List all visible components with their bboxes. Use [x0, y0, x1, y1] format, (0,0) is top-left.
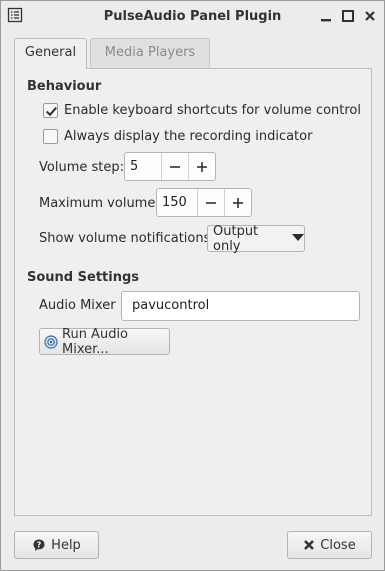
max-volume-value[interactable]: 150: [157, 189, 198, 216]
help-label: Help: [51, 537, 81, 553]
checkbox-checked[interactable]: [43, 102, 58, 118]
run-audio-mixer-label: Run Audio Mixer...: [62, 326, 129, 357]
checkbox-unchecked[interactable]: [43, 128, 58, 144]
audio-mixer-label: Audio Mixer: [39, 298, 116, 313]
notifications-label: Show volume notifications:: [39, 231, 215, 246]
close-label: Close: [320, 537, 356, 553]
close-button[interactable]: Close: [287, 531, 372, 559]
chevron-down-icon: [292, 231, 304, 246]
minus-icon[interactable]: [198, 189, 224, 216]
keyboard-shortcuts-checkbox[interactable]: Enable keyboard shortcuts for volume con…: [43, 101, 361, 119]
dialog-window: PulseAudio Panel Plugin General Media Pl…: [0, 0, 385, 571]
general-panel: Behaviour Enable keyboard shortcuts for …: [14, 68, 372, 516]
maximize-icon[interactable]: [341, 9, 355, 23]
svg-text:?: ?: [37, 541, 42, 550]
title-bar: PulseAudio Panel Plugin: [1, 1, 384, 32]
help-icon: ?: [32, 538, 46, 552]
minimize-icon[interactable]: [319, 9, 333, 23]
close-icon[interactable]: [363, 9, 377, 23]
behaviour-heading: Behaviour: [27, 79, 102, 94]
max-volume-label: Maximum volume:: [39, 196, 160, 211]
volume-step-value[interactable]: 5: [125, 153, 162, 180]
volume-step-spinner: 5: [124, 152, 216, 181]
plus-icon[interactable]: [224, 189, 251, 216]
plus-icon[interactable]: [188, 153, 215, 180]
sound-settings-heading: Sound Settings: [27, 270, 139, 285]
close-x-icon: [303, 539, 315, 551]
volume-step-label: Volume step:: [39, 160, 124, 175]
notifications-dropdown[interactable]: Output only: [207, 223, 305, 254]
tab-general[interactable]: General: [14, 38, 87, 69]
keyboard-shortcuts-label: Enable keyboard shortcuts for volume con…: [64, 102, 362, 118]
recording-indicator-label: Always display the recording indicator: [64, 128, 313, 144]
help-button[interactable]: ? Help: [14, 531, 99, 559]
minus-icon[interactable]: [162, 153, 188, 180]
recording-indicator-checkbox[interactable]: Always display the recording indicator: [43, 127, 312, 145]
notifications-selected: Output only: [213, 223, 259, 254]
run-audio-mixer-button[interactable]: Run Audio Mixer...: [39, 326, 170, 357]
max-volume-spinner: 150: [156, 188, 252, 217]
audio-mixer-icon: [44, 334, 58, 349]
audio-mixer-input[interactable]: pavucontrol: [121, 291, 360, 321]
tab-media-players[interactable]: Media Players: [90, 38, 210, 68]
